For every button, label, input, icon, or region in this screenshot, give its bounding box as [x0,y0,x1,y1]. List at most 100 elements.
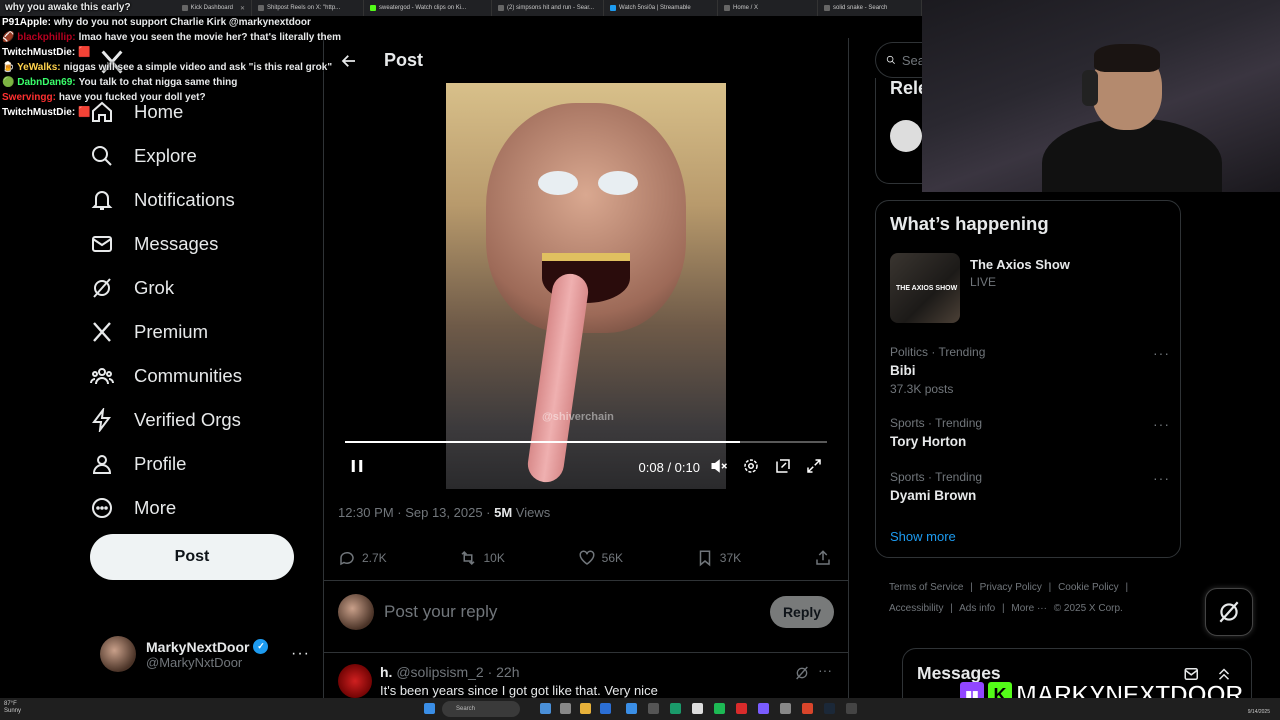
browser-tab[interactable]: Watch 5nsi0a | Streamable [604,0,718,16]
nav-item-profile[interactable]: Profile [90,442,310,486]
chrome-icon[interactable] [692,703,703,714]
grok-explain-icon[interactable] [794,665,810,681]
bell-icon [91,191,113,210]
grok-icon [93,278,111,298]
video-progress-fill [345,441,741,443]
nav-label: Grok [134,277,175,298]
browser-tab[interactable]: solid snake - Search [818,0,922,16]
nav-item-explore[interactable]: Explore [90,134,310,178]
compose-post-button[interactable]: Post [90,534,294,580]
nav-item-more[interactable]: More [90,486,310,530]
taskbar-app-icon[interactable] [846,703,857,714]
reply-button[interactable]: Reply [770,596,834,628]
taskbar-search[interactable]: Search [442,701,520,717]
axios-thumbnail[interactable]: THE AXIOS SHOW [890,253,960,323]
like-count: 56K [601,551,623,565]
avatar [338,594,374,630]
reply-count: 2.7K [362,551,387,565]
repost-icon [461,550,476,566]
tab-favicon-icon [498,5,504,11]
discord-icon[interactable] [758,703,769,714]
footer-link[interactable]: Terms of Service [889,582,963,593]
footer-separator: | [1048,582,1052,593]
nav-item-verified-orgs[interactable]: Verified Orgs [90,398,310,442]
taskbar-app-icon[interactable] [540,703,551,714]
footer-link[interactable]: Accessibility [889,603,943,614]
bookmark-action[interactable]: 37K [696,547,741,569]
edge-icon[interactable] [670,703,681,714]
relevant-title: Rele [890,78,925,98]
people-icon [90,368,114,385]
x-logo-icon [93,322,111,342]
chat-message: 🏈 blackphillip: lmao have you seen the mo… [2,32,342,43]
taskbar-app-icon[interactable] [802,703,813,714]
file-explorer-icon[interactable] [580,703,591,714]
search-input[interactable]: Sea [875,42,925,78]
live-event-title[interactable]: The Axios Show [970,257,1070,272]
taskbar-app-icon[interactable] [736,703,747,714]
footer-copyright: © 2025 X Corp. [1053,603,1123,614]
taskbar-app-icon[interactable] [780,703,791,714]
account-switcher[interactable]: MarkyNextDoor ✓ @MarkyNxtDoor ··· [100,634,310,674]
video-progress-bar[interactable] [345,441,827,443]
pip-icon[interactable] [774,457,792,475]
repost-action[interactable]: 10K [459,547,505,569]
nav-item-communities[interactable]: Communities [90,354,310,398]
taskbar-app-icon[interactable] [648,703,659,714]
reply-action[interactable]: 2.7K [338,547,387,569]
show-more-link[interactable]: Show more [890,529,956,544]
trend-item[interactable]: Sports · Trending Dyami Brown ··· [890,470,1170,503]
footer-link[interactable]: Cookie Policy [1058,582,1119,593]
tweet-more-icon[interactable]: ··· [818,662,832,678]
windows-start-icon[interactable] [424,703,435,714]
footer-link[interactable]: Ads info [959,603,995,614]
weather-widget[interactable]: 87°F Sunny [4,701,21,715]
pause-icon[interactable] [348,457,366,475]
nav-item-notifications[interactable]: Notifications [90,178,310,222]
live-status: LIVE [970,275,997,289]
browser-tab[interactable]: (2) simpsons hit and run - Sear... [492,0,604,16]
spotify-icon[interactable] [714,703,725,714]
video-player[interactable]: @shiverchain 0:08 / 0:10 [338,83,834,489]
taskbar-app-icon[interactable] [626,703,637,714]
nav-label: Premium [134,321,209,342]
grok-float-button[interactable] [1205,588,1253,636]
verified-badge-icon: ✓ [253,639,269,654]
nav-item-premium[interactable]: Premium [90,310,310,354]
footer-link[interactable]: More ··· [1011,603,1047,614]
reply-input[interactable]: Post your reply [384,602,760,622]
like-action[interactable]: 56K [578,547,623,569]
nav-item-messages[interactable]: Messages [90,222,310,266]
more-dots-icon[interactable]: ··· [291,645,310,663]
search-icon [92,146,112,166]
taskbar-app-icon[interactable] [560,703,571,714]
post-actions: 2.7K 10K 56K 37K [338,547,832,569]
trend-more-icon[interactable]: ··· [1153,416,1170,432]
video-controls: 0:08 / 0:10 [338,453,834,483]
avatar [338,664,372,698]
trend-more-icon[interactable]: ··· [1153,345,1170,361]
footer-link[interactable]: Privacy Policy [980,582,1042,593]
back-arrow-icon[interactable] [340,52,358,70]
reply-bubble-icon [340,551,354,566]
mute-icon[interactable] [710,457,728,475]
video-eye [538,171,578,195]
steam-icon[interactable] [824,703,835,714]
video-watermark: @shiverchain [542,411,614,423]
footer-links: Terms of Service | Privacy Policy | Cook… [889,577,1179,619]
tweet-text: It's been years since I got got like tha… [380,683,658,698]
browser-tab[interactable]: sweatergod - Watch clips on Ki... [364,0,492,16]
avatar[interactable] [890,120,922,152]
trend-more-icon[interactable]: ··· [1153,470,1170,486]
fullscreen-icon[interactable] [805,457,823,475]
nav-item-grok[interactable]: Grok [90,266,310,310]
trend-item[interactable]: Sports · Trending Tory Horton ··· [890,416,1170,449]
envelope-icon [92,236,112,252]
trend-item[interactable]: Politics · Trending Bibi 37.3K posts ··· [890,345,1170,396]
axios-thumb-text: THE AXIOS SHOW [896,285,958,292]
taskbar-app-icon[interactable] [600,703,611,714]
settings-gear-icon[interactable] [742,457,760,475]
browser-tab[interactable]: Home / X [718,0,818,16]
footer-separator: | [1002,603,1005,614]
share-action[interactable] [814,547,832,569]
